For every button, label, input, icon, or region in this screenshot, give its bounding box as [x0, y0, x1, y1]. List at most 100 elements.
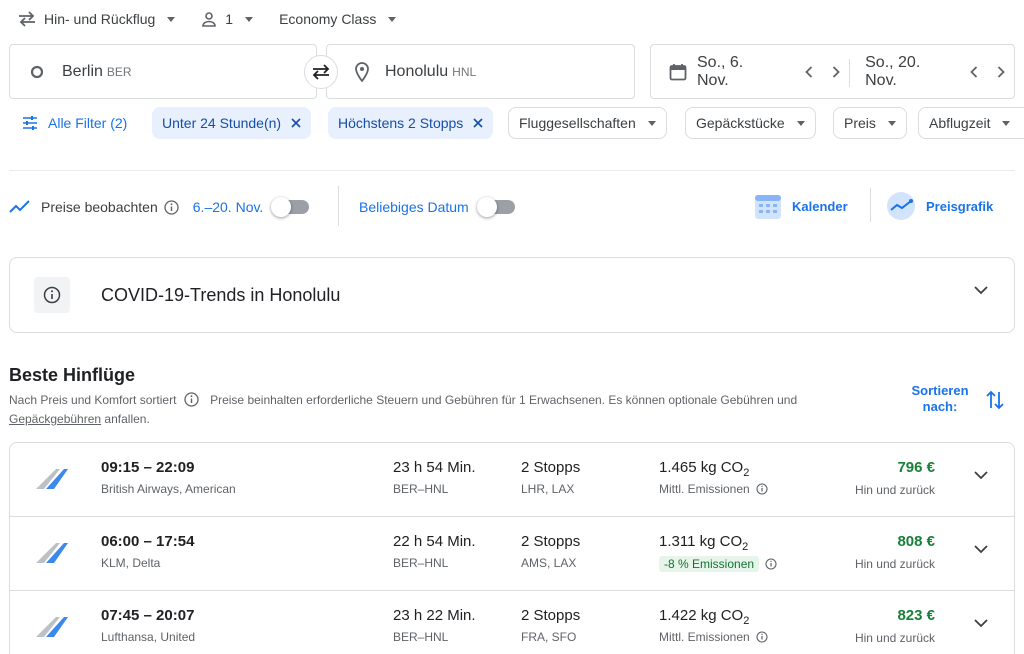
caret-down-icon: [388, 16, 397, 22]
filter-chip-stops[interactable]: Höchstens 2 Stopps: [328, 107, 494, 139]
info-icon[interactable]: [765, 558, 777, 570]
date-range-field: So., 6. Nov. So., 20. Nov.: [650, 44, 1015, 99]
track-prices-toggle[interactable]: [271, 197, 310, 217]
results-note: Nach Preis und Komfort sortiert Preise b…: [9, 391, 839, 429]
sort-button[interactable]: Sortieren nach:: [900, 383, 980, 415]
info-icon[interactable]: [756, 483, 768, 495]
destination-field[interactable]: Honolulu HNL: [326, 44, 635, 99]
all-filters-button[interactable]: Alle Filter (2): [12, 107, 137, 139]
caret-down-icon: [167, 16, 176, 22]
trip-type-select[interactable]: Hin- und Rückflug: [18, 11, 176, 27]
co2-subscript: 2: [742, 541, 749, 553]
emissions-note: Mittl. Emissionen: [659, 482, 768, 496]
destination-city: Honolulu: [385, 62, 449, 80]
cabin-class-label: Economy Class: [279, 11, 377, 27]
chevron-down-icon[interactable]: [974, 471, 988, 480]
chevron-right-icon[interactable]: [988, 59, 1014, 85]
flight-times: 09:15 – 22:09: [101, 459, 195, 476]
return-date[interactable]: So., 20. Nov.: [865, 54, 955, 90]
any-date-toggle[interactable]: [476, 197, 515, 217]
filter-chip-duration[interactable]: Unter 24 Stunde(n): [152, 107, 312, 139]
close-icon[interactable]: [473, 118, 483, 128]
info-icon[interactable]: [164, 199, 179, 215]
covid-trends-card[interactable]: COVID-19-Trends in Honolulu: [9, 257, 1015, 333]
price-graph-button[interactable]: Preisgrafik: [886, 190, 993, 222]
flight-price: 808 €: [897, 533, 935, 550]
flight-price: 823 €: [897, 607, 935, 624]
flight-route: BER–HNL: [393, 482, 449, 496]
flight-duration: 23 h 54 Min.: [393, 459, 476, 476]
flight-row[interactable]: 06:00 – 17:54 KLM, Delta 22 h 54 Min. BE…: [10, 517, 1014, 591]
flight-price: 796 €: [897, 459, 935, 476]
filter-dropdown-label: Fluggesellschaften: [519, 115, 636, 131]
any-date-label: Beliebiges Datum: [359, 199, 469, 215]
co2-emissions: 1.311 kg CO2: [659, 533, 748, 553]
flight-layovers: AMS, LAX: [521, 556, 577, 570]
calendar-label: Kalender: [792, 198, 848, 214]
close-icon[interactable]: [291, 118, 301, 128]
emissions-badge: -8 % Emissionen: [659, 556, 760, 572]
caret-down-icon: [796, 120, 805, 126]
results-title: Beste Hinflüge: [9, 365, 136, 385]
destination-code: HNL: [452, 64, 477, 79]
co2-emissions: 1.422 kg CO2: [659, 607, 749, 627]
calendar-icon: [754, 192, 782, 220]
price-type: Hin und zurück: [854, 631, 935, 645]
trip-options-bar: Hin- und Rückflug 1 Economy Class: [18, 8, 422, 30]
origin-city: Berlin: [62, 62, 103, 80]
origin-field[interactable]: Berlin BER: [9, 44, 317, 99]
co2-value: 1.422: [659, 607, 697, 624]
calendar-icon[interactable]: [669, 63, 687, 81]
flight-stops: 2 Stopps: [521, 459, 581, 476]
caret-down-icon: [245, 16, 254, 22]
divider: [870, 188, 871, 222]
chevron-down-icon[interactable]: [974, 619, 988, 628]
origin-code: BER: [106, 64, 132, 79]
emissions-note: -8 % Emissionen: [659, 556, 777, 572]
flight-row[interactable]: 09:15 – 22:09 British Airways, American …: [10, 443, 1014, 517]
chevron-left-icon[interactable]: [961, 59, 987, 85]
emissions-label: Mittl. Emissionen: [659, 482, 750, 496]
chevron-down-icon[interactable]: [974, 545, 988, 554]
calendar-button[interactable]: Kalender: [754, 190, 848, 222]
filter-dropdown-label: Preis: [844, 115, 876, 131]
swap-locations-button[interactable]: [304, 55, 338, 89]
baggage-fees-link[interactable]: Gepäckgebühren: [9, 412, 101, 426]
covid-title: COVID-19-Trends in Honolulu: [101, 284, 341, 305]
co2-unit: kg CO: [700, 607, 744, 624]
chevron-left-icon[interactable]: [796, 59, 822, 85]
trend-icon: [9, 200, 31, 214]
filter-price-dropdown[interactable]: Preis: [833, 107, 907, 139]
info-icon[interactable]: [184, 392, 199, 407]
airlines: British Airways, American: [101, 482, 236, 496]
emissions-label: Mittl. Emissionen: [659, 630, 750, 644]
passenger-select[interactable]: 1: [201, 11, 254, 27]
airline-logo: [34, 467, 70, 491]
swap-vert-icon[interactable]: [986, 389, 1004, 411]
airline-logo: [34, 615, 70, 639]
co2-value: 1.311: [659, 533, 696, 550]
chevron-right-icon[interactable]: [824, 59, 850, 85]
circle-icon: [30, 65, 44, 79]
cabin-class-select[interactable]: Economy Class: [279, 11, 397, 27]
price-type: Hin und zurück: [854, 557, 935, 571]
flight-row[interactable]: 07:45 – 20:07 Lufthansa, United 23 h 22 …: [10, 591, 1014, 654]
track-prices-label: Preise beobachten: [41, 199, 158, 215]
flight-times: 07:45 – 20:07: [101, 607, 195, 624]
filter-airlines-dropdown[interactable]: Fluggesellschaften: [508, 107, 667, 139]
airlines: KLM, Delta: [101, 556, 161, 570]
divider: [9, 170, 1015, 171]
flight-stops: 2 Stopps: [521, 607, 581, 624]
track-date-range: 6.–20. Nov.: [192, 199, 264, 215]
flight-route: BER–HNL: [393, 630, 449, 644]
filter-dropdown-label: Gepäckstücke: [696, 115, 785, 131]
filter-departure-time-dropdown[interactable]: Abflugzeit: [918, 107, 1024, 139]
filter-baggage-dropdown[interactable]: Gepäckstücke: [685, 107, 816, 139]
info-icon: [34, 277, 70, 313]
caret-down-icon: [647, 120, 656, 126]
depart-date[interactable]: So., 6. Nov.: [697, 54, 778, 90]
emissions-note: Mittl. Emissionen: [659, 630, 768, 644]
chevron-down-icon[interactable]: [974, 286, 988, 295]
info-icon[interactable]: [756, 631, 768, 643]
flight-results-list: 09:15 – 22:09 British Airways, American …: [9, 442, 1015, 654]
